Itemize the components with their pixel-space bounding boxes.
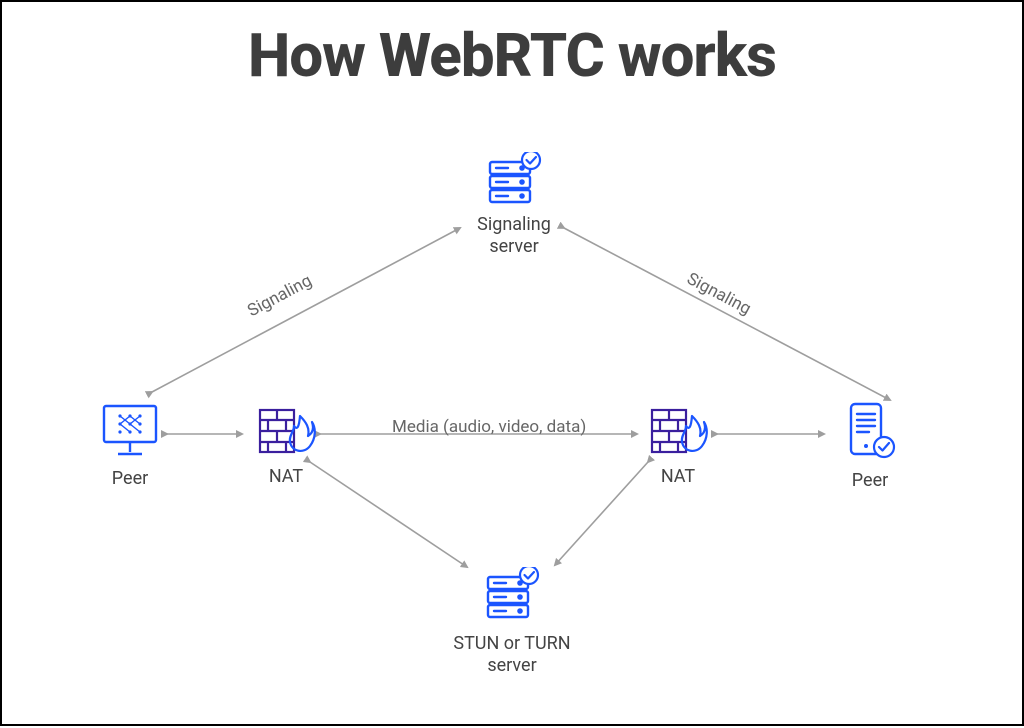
diagram-frame: How WebRTC works Signaling Signalin	[0, 0, 1024, 726]
node-label-peer-right: Peer	[830, 470, 910, 492]
firewall-icon	[256, 404, 316, 456]
node-label-signaling: Signaling server	[474, 214, 554, 257]
node-nat-right: NAT	[638, 404, 718, 488]
node-stun-server: STUN or TURN server	[432, 567, 592, 676]
node-peer-left: Peer	[90, 402, 170, 490]
node-signaling-server: Signaling server	[474, 152, 554, 257]
diagram-title: How WebRTC works	[2, 20, 1022, 91]
edge-label-signaling-left: Signaling	[244, 271, 315, 321]
node-nat-left: NAT	[246, 404, 326, 488]
node-label-nat-left: NAT	[246, 466, 326, 488]
node-label-stun: STUN or TURN server	[432, 633, 592, 676]
node-label-peer-left: Peer	[90, 468, 170, 490]
edge-label-media: Media (audio, video, data)	[392, 417, 586, 437]
firewall-icon	[648, 404, 708, 456]
phone-check-icon	[843, 400, 897, 460]
desktop-icon	[98, 402, 162, 458]
server-check-icon	[484, 152, 544, 208]
edge-label-signaling-right: Signaling	[683, 269, 754, 319]
node-peer-right: Peer	[830, 400, 910, 492]
node-label-nat-right: NAT	[638, 466, 718, 488]
server-check-icon	[482, 567, 542, 623]
